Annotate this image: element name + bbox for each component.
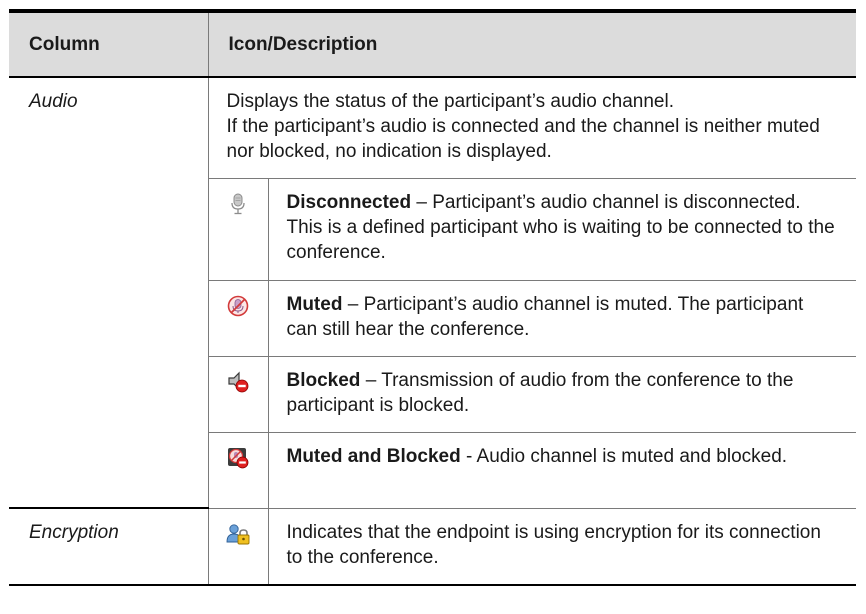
header-column: Column [9,9,208,78]
muted-and-blocked-description: Muted and Blocked - Audio channel is mut… [267,432,857,509]
blocked-description: Blocked – Transmission of audio from the… [267,356,857,433]
audio-intro-line1: Displays the status of the participant’s… [226,91,674,112]
item-title: Blocked [286,369,361,391]
icon-cell [207,178,268,281]
item-text: Audio channel is muted and blocked. [476,445,788,467]
item-separator: - [460,445,477,467]
table-header-row: Column Icon/Description [9,9,857,78]
item-separator: – [411,191,433,213]
icon-cell [207,432,268,509]
item-title: Muted [286,293,343,315]
row-name-audio: Audio [9,77,208,509]
icon-cell [207,508,268,586]
icon-cell [207,280,268,357]
icon-description-table: Column Icon/Description Audio Displays t… [9,9,857,586]
item-title: Disconnected [286,191,412,213]
table-row-audio-intro: Audio Displays the status of the partici… [9,77,857,509]
header-icon-description: Icon/Description [207,9,857,78]
item-text: Participant’s audio channel is muted. Th… [286,293,804,340]
microphone-muted-icon [227,295,249,322]
speaker-blocked-icon [227,371,249,398]
muted-and-blocked-icon [227,447,249,474]
microphone-gray-icon [230,193,246,220]
item-separator: – [342,293,364,315]
disconnected-description: Disconnected – Participant’s audio chann… [267,178,857,281]
muted-description: Muted – Participant’s audio channel is m… [267,280,857,357]
user-lock-icon [226,523,250,550]
item-title: Muted and Blocked [286,445,461,467]
row-name-encryption: Encryption [9,508,208,586]
icon-cell [207,356,268,433]
audio-intro: Displays the status of the participant’s… [207,77,857,179]
table-row-encryption: Encryption Indicates that the endpoint i… [9,508,857,586]
encryption-description: Indicates that the endpoint is using enc… [267,508,857,586]
item-separator: – [360,369,382,391]
audio-intro-line2: If the participant’s audio is connected … [226,116,820,162]
